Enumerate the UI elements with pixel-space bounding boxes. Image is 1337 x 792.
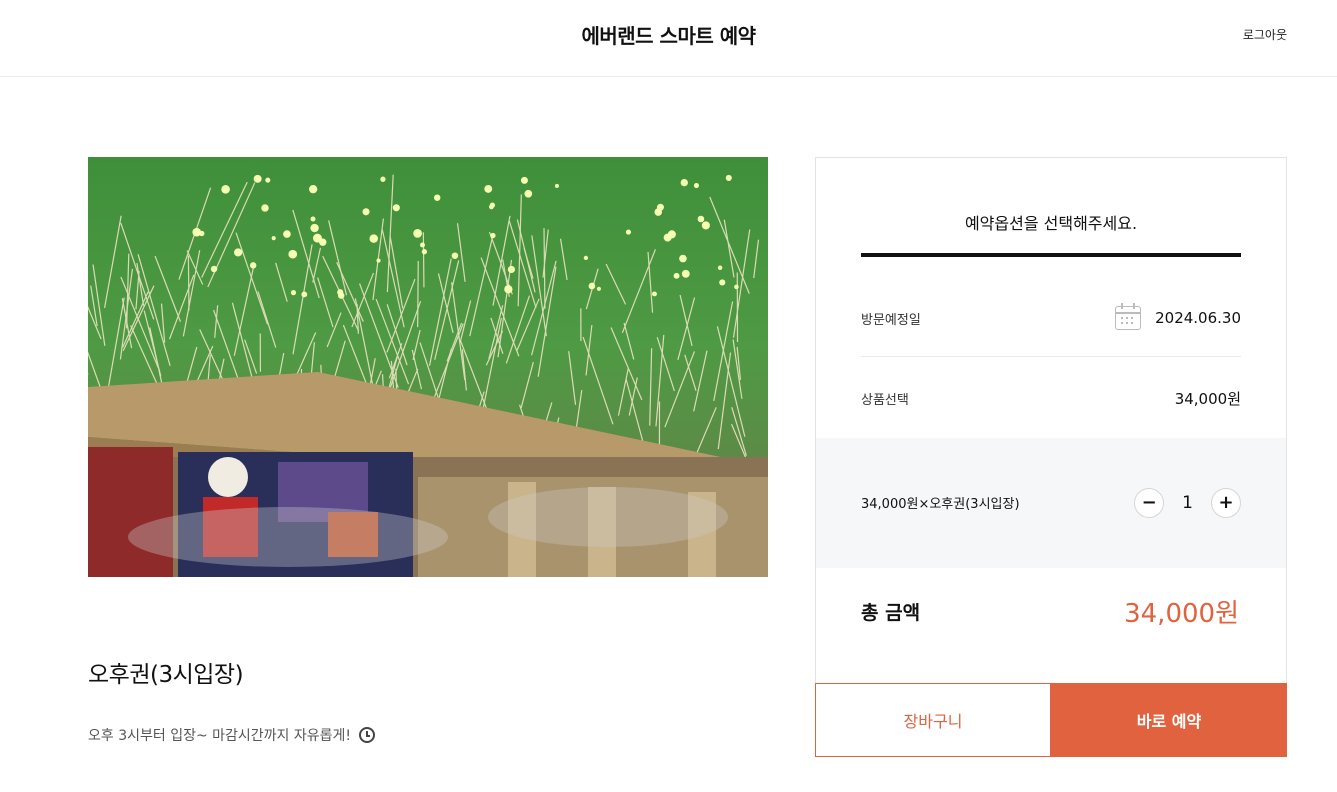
firework-light xyxy=(221,184,230,194)
firework-light xyxy=(265,177,271,183)
quantity-stepper: − 1 + xyxy=(1134,488,1241,518)
firework-light xyxy=(369,234,379,243)
firework-light xyxy=(312,233,322,243)
firework-light xyxy=(413,229,422,238)
calendar-icon[interactable] xyxy=(1115,303,1142,330)
firework-light xyxy=(717,265,723,270)
book-now-button[interactable]: 바로 예약 xyxy=(1051,683,1287,757)
firework-light xyxy=(583,255,589,261)
firework-light xyxy=(392,204,400,212)
firework-light xyxy=(680,178,688,187)
firework-light xyxy=(693,182,700,189)
firework-light xyxy=(310,216,316,222)
firework-light xyxy=(192,227,202,237)
firework-spark xyxy=(417,260,419,328)
firework-light xyxy=(596,286,601,291)
firework-light xyxy=(489,204,494,210)
firework-spark xyxy=(422,232,425,288)
booking-panel: 예약옵션을 선택해주세요. 방문예정일 2024.06.30 상품선택 34,0… xyxy=(815,157,1287,757)
firework-light xyxy=(234,248,243,257)
firework-light xyxy=(362,208,370,216)
selected-option: 34,000원×오후권(3시입장) − 1 + xyxy=(816,438,1286,568)
firework-light xyxy=(288,249,298,259)
firework-light xyxy=(253,174,262,183)
firework-light xyxy=(679,254,687,263)
firework-light xyxy=(420,242,425,248)
product-price: 34,000원 xyxy=(1174,389,1241,408)
firework-light xyxy=(697,215,705,223)
firework-light xyxy=(588,282,596,290)
firework-light xyxy=(308,184,318,194)
firework-light xyxy=(490,232,496,239)
firework-light xyxy=(249,262,257,269)
firework-light xyxy=(421,249,428,255)
firework-light xyxy=(667,230,676,239)
product-description: 오후 3시부터 입장~ 마감시간까지 자유롭게! xyxy=(88,725,376,745)
firework-light xyxy=(719,279,726,286)
firework-light xyxy=(451,252,459,260)
firework-light xyxy=(656,203,664,211)
product-select-row[interactable]: 상품선택 34,000원 xyxy=(861,378,1241,418)
firework-light xyxy=(271,236,276,241)
logout-link[interactable]: 로그아웃 xyxy=(1243,26,1287,43)
firework-light xyxy=(625,229,632,235)
firework-light xyxy=(673,272,680,279)
firework-light xyxy=(652,291,657,297)
page-title: 에버랜드 스마트 예약 xyxy=(581,24,756,48)
product-description-text: 오후 3시부터 입장~ 마감시간까지 자유롭게! xyxy=(88,728,352,744)
firework-light xyxy=(433,194,441,201)
firework-light xyxy=(261,204,269,212)
firework-light xyxy=(504,285,513,294)
header: 에버랜드 스마트 예약 로그아웃 xyxy=(0,0,1337,77)
firework-light xyxy=(376,258,381,263)
cart-button[interactable]: 장바구니 xyxy=(815,683,1051,757)
firework-light xyxy=(520,176,528,184)
firework-light xyxy=(681,269,690,278)
clock-icon xyxy=(359,727,376,743)
firework-light xyxy=(283,230,291,238)
product-select-label: 상품선택 xyxy=(861,392,909,408)
firework-light xyxy=(301,291,308,298)
firework-light xyxy=(310,223,319,233)
firework-light xyxy=(338,292,345,299)
total-value: 34,000원 xyxy=(1124,599,1239,629)
firework-light xyxy=(734,284,739,290)
product-image xyxy=(88,157,768,577)
visit-date-row[interactable]: 방문예정일 2024.06.30 xyxy=(861,278,1241,357)
total-label: 총 금액 xyxy=(861,602,921,624)
firework-light xyxy=(380,176,386,182)
firework-light xyxy=(210,265,218,273)
decrease-button[interactable]: − xyxy=(1134,488,1165,518)
firework-light xyxy=(701,221,710,230)
firework-light xyxy=(290,290,297,296)
firework-light xyxy=(484,184,493,193)
visit-date-value: 2024.06.30 xyxy=(1155,309,1241,327)
action-bar: 장바구니 바로 예약 xyxy=(815,683,1287,757)
product-title: 오후권(3시입장) xyxy=(88,662,244,688)
firework-light xyxy=(524,189,533,198)
visit-date-label: 방문예정일 xyxy=(861,312,921,328)
booking-heading: 예약옵션을 선택해주세요. xyxy=(964,214,1138,233)
increase-button[interactable]: + xyxy=(1211,488,1241,518)
option-label: 34,000원×오후권(3시입장) xyxy=(861,497,1020,512)
heading-divider xyxy=(861,253,1241,257)
quantity-value: 1 xyxy=(1182,493,1193,513)
firework-spark xyxy=(187,255,190,311)
firework-light xyxy=(725,174,732,181)
firework-light xyxy=(507,265,516,273)
firework-light xyxy=(554,183,559,188)
